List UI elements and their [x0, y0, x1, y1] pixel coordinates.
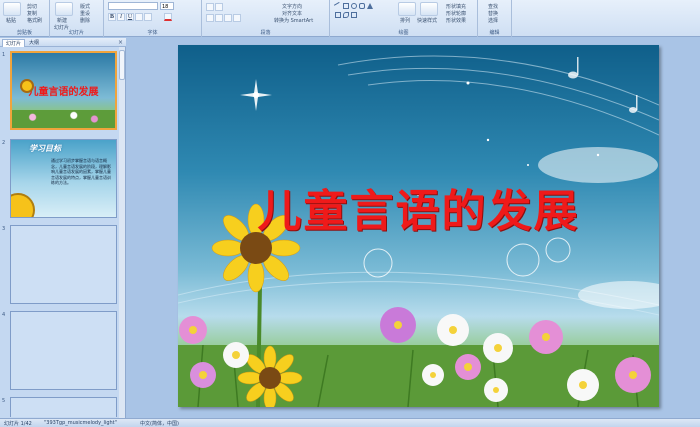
reset-button[interactable]: 重设: [80, 10, 90, 17]
find-button[interactable]: 查找: [488, 3, 498, 10]
close-icon[interactable]: ×: [118, 39, 123, 46]
new-slide-label: 新建: [57, 18, 68, 24]
align-left-button[interactable]: [206, 14, 214, 22]
clipboard-group-label: 剪贴板: [16, 30, 32, 36]
font-group-label: 字体: [147, 30, 158, 36]
language-indicator[interactable]: 中文(简体，中国): [140, 420, 179, 427]
font-color-button[interactable]: [164, 13, 172, 21]
font-group: 18 B I U 字体: [104, 0, 202, 37]
slide-thumbnail-2[interactable]: 学习目标 通过学习初步掌握言语与语言概念，儿童言语发展的阶段，理解影响儿童言语发…: [10, 139, 117, 218]
shape-star[interactable]: [343, 12, 349, 18]
shape-rounded[interactable]: [359, 3, 365, 9]
slides-pane: 幻灯片 大纲 × 1 儿童言语的发展 2 学习目标 通过学习初步掌握言语与语言概…: [0, 38, 126, 418]
thumbnail-scrollbar-thumb[interactable]: [119, 50, 125, 80]
thumb-number: 4: [2, 312, 6, 318]
font-name-field[interactable]: [108, 2, 158, 10]
paste-button[interactable]: [3, 2, 21, 16]
slide-count: 幻灯片 1/42: [4, 421, 32, 427]
paragraph-group: 文字方向 对齐文本 转换为 SmartArt 段落: [202, 0, 330, 37]
font-size-value: 18: [162, 4, 169, 10]
strikethrough-button[interactable]: [135, 13, 143, 21]
paste-label: 粘贴: [6, 18, 17, 24]
shape-arrow[interactable]: [335, 12, 341, 18]
thumb2-sun: [11, 193, 35, 217]
thumb-number: 1: [2, 52, 6, 58]
slide-thumbnail-5[interactable]: [10, 397, 117, 417]
thumb-number: 5: [2, 398, 6, 404]
quick-styles-label: 快速样式: [417, 18, 438, 24]
slides-group: 新建 幻灯片 版式 重设 删除 幻灯片: [50, 0, 104, 37]
slide-title[interactable]: 儿童言语的发展: [178, 175, 659, 239]
status-bar: 幻灯片 1/42 "393Tgp_musicmelody_light" 中文(简…: [0, 418, 700, 427]
drawing-group-label: 绘图: [398, 30, 409, 36]
thumb2-body: 通过学习初步掌握言语与语言概念，儿童言语发展的阶段，理解影响儿童言语发展的因素，…: [51, 158, 111, 185]
pane-tabs: 幻灯片 大纲 ×: [0, 38, 126, 47]
copy-button[interactable]: 复制: [27, 10, 37, 17]
justify-button[interactable]: [233, 14, 241, 22]
arrange-label: 排列: [400, 18, 411, 24]
replace-button[interactable]: 替换: [488, 10, 498, 17]
layout-button[interactable]: 版式: [80, 3, 90, 10]
shape-fill-button[interactable]: 形状填充: [446, 3, 466, 10]
ribbon: 粘贴 剪切 复制 格式刷 剪贴板 新建 幻灯片 版式 重设 删除 幻灯片 18 …: [0, 0, 700, 37]
italic-button[interactable]: I: [117, 13, 125, 21]
arrange-button[interactable]: [398, 2, 416, 16]
thumb2-title: 学习目标: [29, 144, 61, 153]
quick-styles-button[interactable]: [420, 2, 438, 16]
align-right-button[interactable]: [224, 14, 232, 22]
thumbnail-scrollbar[interactable]: [119, 47, 125, 418]
bold-button[interactable]: B: [108, 13, 116, 21]
align-center-button[interactable]: [215, 14, 223, 22]
thumb-number: 3: [2, 226, 6, 232]
text-direction-button[interactable]: 文字方向: [282, 3, 302, 10]
drawing-group: 排列 快速样式 形状填充 形状轮廓 形状效果 绘图: [330, 0, 478, 37]
new-slide-button[interactable]: [55, 2, 73, 16]
thumb-flowers: [12, 110, 115, 128]
slide-thumbnail-1[interactable]: 儿童言语的发展: [10, 51, 117, 130]
bubbles: [363, 237, 571, 278]
editing-group: 查找 替换 选择 编辑: [478, 0, 512, 37]
cut-button[interactable]: 剪切: [27, 3, 37, 10]
paragraph-group-label: 段落: [260, 30, 271, 36]
font-size-field[interactable]: 18: [160, 2, 174, 10]
tab-outline[interactable]: 大纲: [26, 39, 42, 47]
music-notes: [568, 57, 638, 113]
shape-triangle[interactable]: [367, 3, 373, 9]
smartart-button[interactable]: 转换为 SmartArt: [274, 17, 313, 24]
shadow-button[interactable]: [144, 13, 152, 21]
delete-button[interactable]: 删除: [80, 17, 90, 24]
shapes-gallery[interactable]: [333, 1, 393, 27]
select-button[interactable]: 选择: [488, 17, 498, 24]
format-painter-button[interactable]: 格式刷: [27, 17, 42, 24]
editing-group-label: 编辑: [489, 30, 500, 36]
shape-line[interactable]: [333, 1, 343, 11]
shape-outline-button[interactable]: 形状轮廓: [446, 10, 466, 17]
slides-group-label: 幻灯片: [68, 30, 84, 36]
slide-thumbnail-4[interactable]: [10, 311, 117, 390]
shape-effects-button[interactable]: 形状效果: [446, 17, 466, 24]
underline-button[interactable]: U: [126, 13, 134, 21]
thumb-number: 2: [2, 140, 6, 146]
bullets-button[interactable]: [206, 3, 214, 11]
shape-oval[interactable]: [351, 3, 357, 9]
align-text-button[interactable]: 对齐文本: [282, 10, 302, 17]
tab-slides[interactable]: 幻灯片: [2, 39, 26, 47]
numbering-button[interactable]: [215, 3, 223, 11]
shape-rectangle[interactable]: [343, 3, 349, 9]
theme-name: "393Tgp_musicmelody_light": [44, 420, 117, 426]
thumb-sunflower: [20, 79, 34, 93]
slide-canvas[interactable]: 儿童言语的发展: [178, 45, 659, 407]
shape-callout[interactable]: [351, 12, 357, 18]
clipboard-group: 粘贴 剪切 复制 格式刷 剪贴板: [0, 0, 50, 37]
slide-thumbnail-3[interactable]: [10, 225, 117, 304]
